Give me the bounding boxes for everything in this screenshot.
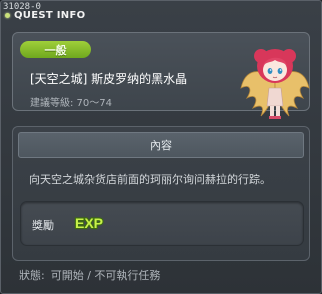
quest-info-window: 31028-0 QUEST INFO 一般 [天空之城] 斯皮罗纳的黑水晶 建議…: [0, 0, 322, 294]
exp-reward-icon[interactable]: EXP: [71, 211, 107, 235]
npc-portrait-icon: [240, 49, 310, 119]
window-title: QUEST INFO: [14, 10, 86, 21]
quest-status-bar: 狀態: 可開始 / 不可執行任務: [19, 267, 160, 283]
exp-reward-text: EXP: [75, 215, 103, 231]
quest-content-card: 內容 向天空之城杂货店前面的珂丽尔询问赫拉的行踪。 獎勵 EXP: [12, 126, 310, 261]
window-title-bar[interactable]: QUEST INFO: [5, 10, 85, 21]
quest-category-badge: 一般: [20, 41, 91, 58]
content-section-title: 內容: [18, 132, 304, 158]
status-value: 可開始 / 不可執行任務: [50, 269, 161, 282]
quest-name: [天空之城] 斯皮罗纳的黑水晶: [30, 72, 188, 86]
quest-description: 向天空之城杂货店前面的珂丽尔询问赫拉的行踪。: [29, 173, 271, 186]
quest-header-card: 一般 [天空之城] 斯皮罗纳的黑水晶 建議等級: 70～74: [12, 32, 310, 119]
status-label: 狀態:: [19, 269, 45, 282]
reward-label: 獎勵: [32, 219, 54, 232]
title-dot-icon: [5, 13, 10, 18]
required-level: 建議等級: 70～74: [30, 98, 112, 109]
reward-box: 獎勵 EXP: [20, 201, 304, 246]
